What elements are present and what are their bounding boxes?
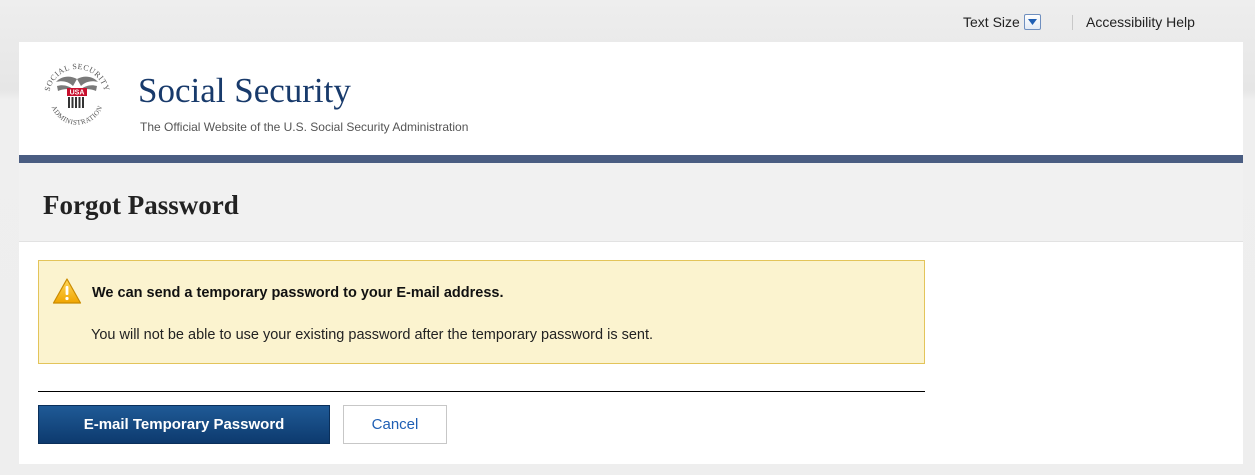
site-title[interactable]: Social Security bbox=[138, 71, 351, 111]
warning-alert: We can send a temporary password to your… bbox=[38, 260, 925, 364]
page-title-band: Forgot Password bbox=[19, 163, 1243, 242]
utility-separator bbox=[1072, 15, 1073, 30]
svg-text:USA: USA bbox=[70, 90, 85, 97]
utility-bar: Text Size Accessibility Help bbox=[0, 0, 1255, 42]
page-title: Forgot Password bbox=[43, 190, 239, 220]
alert-heading: We can send a temporary password to your… bbox=[92, 285, 504, 301]
warning-icon bbox=[52, 278, 82, 304]
ssa-seal-logo[interactable]: SOCIAL SECURITY ADMINISTRATION USA bbox=[37, 55, 117, 135]
alert-message: You will not be able to use your existin… bbox=[91, 327, 654, 343]
site-header: SOCIAL SECURITY ADMINISTRATION USA Socia bbox=[19, 42, 1243, 155]
form-divider bbox=[38, 391, 925, 392]
cancel-button[interactable]: Cancel bbox=[343, 405, 447, 444]
email-temporary-password-button[interactable]: E-mail Temporary Password bbox=[38, 405, 330, 444]
text-size-label[interactable]: Text Size bbox=[963, 14, 1020, 30]
site-subtitle: The Official Website of the U.S. Social … bbox=[140, 120, 469, 134]
text-size-control[interactable]: Text Size bbox=[963, 14, 1041, 30]
accessibility-help-link[interactable]: Accessibility Help bbox=[1086, 14, 1195, 30]
text-size-dropdown-button[interactable] bbox=[1023, 14, 1041, 30]
svg-text:SOCIAL SECURITY: SOCIAL SECURITY bbox=[43, 62, 112, 92]
header-rule bbox=[19, 155, 1243, 163]
chevron-down-icon bbox=[1027, 19, 1037, 25]
main-container: SOCIAL SECURITY ADMINISTRATION USA Socia bbox=[19, 42, 1243, 464]
